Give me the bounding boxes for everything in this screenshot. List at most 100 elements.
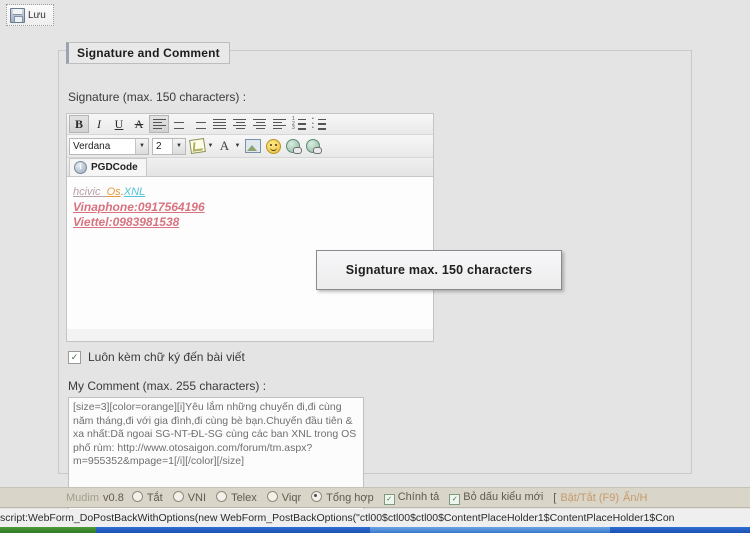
underline-button[interactable]: U <box>109 115 129 133</box>
signature-line1-part1: hcivic_ <box>73 186 107 198</box>
align-justify-button[interactable] <box>209 115 229 133</box>
mudim-hotkey-open: [ <box>553 491 557 504</box>
indent-decrease-button[interactable] <box>269 115 289 133</box>
mudim-mode-telex-label: Telex <box>231 492 257 504</box>
emoticon-button[interactable] <box>263 137 283 155</box>
attach-signature-label: Luôn kèm chữ ký đến bài viết <box>88 350 245 364</box>
align-left-icon <box>152 118 166 130</box>
font-size-select[interactable]: 2 ▼ <box>152 137 186 155</box>
emoticon-icon <box>265 138 281 154</box>
highlight-color-icon <box>189 138 206 154</box>
indent-decrease-icon <box>272 118 286 130</box>
align-distribute-button[interactable] <box>229 115 249 133</box>
attach-signature-row[interactable]: ✓ Luôn kèm chữ ký đến bài viết <box>68 350 245 364</box>
mudim-mode-telex[interactable]: Telex <box>216 491 257 504</box>
attach-signature-checkbox[interactable]: ✓ <box>68 350 81 364</box>
align-justify-icon <box>212 118 226 130</box>
font-color-button[interactable]: A ▼ <box>216 137 242 155</box>
insert-image-button[interactable] <box>243 137 263 155</box>
mudim-option-chinhta[interactable]: ✓ Chính tả <box>383 490 440 505</box>
bold-button[interactable]: B <box>69 115 89 133</box>
mudim-option-chinhta-label: Chính tả <box>397 490 440 503</box>
mudim-hotkey-hide[interactable]: Ẩn/H <box>623 492 647 504</box>
remove-link-icon <box>306 139 322 154</box>
insert-image-icon <box>245 139 261 153</box>
mudim-brand: Mudim <box>66 491 100 504</box>
mudim-toolbar: Mudim v0.8 Tắt VNI Telex Viqr Tổng hợp ✓… <box>0 487 750 508</box>
strikethrough-button[interactable]: A <box>129 115 149 133</box>
editor-tabstrip: i PGDCode <box>67 158 433 177</box>
radio-icon <box>216 491 228 502</box>
mudim-mode-tonghop-label: Tổng hợp <box>326 492 374 504</box>
browser-status-bar: script:WebForm_DoPostBackWithOptions(new… <box>0 509 750 527</box>
align-left-button[interactable] <box>149 115 169 133</box>
strikethrough-icon: A <box>134 116 144 131</box>
chevron-down-icon: ▼ <box>207 143 214 149</box>
mudim-mode-tat-label: Tắt <box>146 492 163 504</box>
highlight-color-button[interactable]: ▼ <box>189 137 215 155</box>
mudim-hotkey-toggle[interactable]: Bật/Tắt (F9) <box>560 492 619 504</box>
font-color-icon: A <box>219 138 230 153</box>
taskbar <box>0 527 750 533</box>
mudim-mode-vni-label: VNI <box>187 492 207 504</box>
insert-link-button[interactable] <box>283 137 303 155</box>
tab-pgdcode-label: PGDCode <box>91 162 138 173</box>
checkbox-icon: ✓ <box>449 493 461 505</box>
bold-icon: B <box>74 116 83 131</box>
status-bar-text: script:WebForm_DoPostBackWithOptions(new… <box>0 512 675 524</box>
checkbox-icon: ✓ <box>383 493 395 505</box>
signature-line-2: Vinaphone:0917564196 <box>73 200 205 214</box>
unordered-list-button[interactable]: • • • <box>309 115 329 133</box>
align-center-icon <box>173 119 186 130</box>
align-center-button[interactable] <box>169 115 189 133</box>
mudim-mode-tonghop[interactable]: Tổng hợp <box>311 491 374 504</box>
panel-legend: Signature and Comment <box>66 42 230 64</box>
page-content-area: Signature and Comment Signature (max. 15… <box>0 28 750 511</box>
font-family-select[interactable]: Verdana ▼ <box>69 137 149 155</box>
mudim-option-bodau[interactable]: ✓ Bỏ dấu kiểu mới <box>449 491 543 505</box>
signature-line-3: Viettel:0983981538 <box>73 215 180 229</box>
font-size-value: 2 <box>156 140 162 152</box>
signature-tooltip: Signature max. 150 characters <box>316 250 562 290</box>
mudim-option-bodau-label: Bỏ dấu kiểu mới <box>463 490 544 503</box>
tab-pgdcode[interactable]: i PGDCode <box>69 158 147 176</box>
radio-icon <box>266 491 278 502</box>
save-button[interactable]: Lưu <box>6 4 54 26</box>
radio-icon <box>131 491 143 502</box>
radio-icon <box>172 491 184 502</box>
indent-increase-button[interactable] <box>249 115 269 133</box>
chevron-down-icon: ▼ <box>234 143 241 149</box>
editor-toolbar-row-2: Verdana ▼ 2 ▼ ▼ A ▼ <box>67 135 433 158</box>
mudim-mode-viqr[interactable]: Viqr <box>266 491 302 504</box>
radio-selected-icon <box>311 491 323 502</box>
mudim-mode-vni[interactable]: VNI <box>172 491 207 504</box>
mudim-mode-tat[interactable]: Tắt <box>131 491 163 504</box>
underline-icon: U <box>114 116 124 131</box>
info-icon: i <box>74 161 87 174</box>
ordered-list-icon: 123 <box>292 116 306 131</box>
signature-line1-part2: Os <box>106 186 121 198</box>
signature-editor[interactable]: B I U A 1 2 3 • • • Verdana ▼ 2 ▼ ▼ A ▼ … <box>66 113 434 342</box>
chevron-down-icon: ▼ <box>172 138 185 154</box>
remove-link-button[interactable] <box>303 137 323 155</box>
align-distribute-icon <box>232 118 246 130</box>
editor-toolbar-row-1: B I U A 1 2 3 • • • <box>67 114 433 135</box>
signature-label: Signature (max. 150 characters) : <box>68 90 247 104</box>
unordered-list-icon: • • • <box>312 116 326 131</box>
comment-label: My Comment (max. 255 characters) : <box>68 379 267 393</box>
chevron-down-icon: ▼ <box>135 138 148 154</box>
insert-link-icon <box>286 139 302 154</box>
font-family-value: Verdana <box>73 140 111 152</box>
signature-line-1: hcivic_Os.XNL <box>73 185 427 200</box>
indent-increase-icon <box>252 118 266 130</box>
italic-button[interactable]: I <box>89 115 109 133</box>
signature-line1-part4: XNL <box>123 186 146 198</box>
italic-icon: I <box>97 116 101 131</box>
mudim-version: v0.8 <box>103 491 124 504</box>
ordered-list-button[interactable]: 123 <box>289 115 309 133</box>
align-right-icon <box>193 119 206 130</box>
mudim-mode-viqr-label: Viqr <box>281 492 302 504</box>
save-button-label: Lưu <box>28 9 46 21</box>
align-right-button[interactable] <box>189 115 209 133</box>
floppy-disk-icon <box>10 7 25 23</box>
